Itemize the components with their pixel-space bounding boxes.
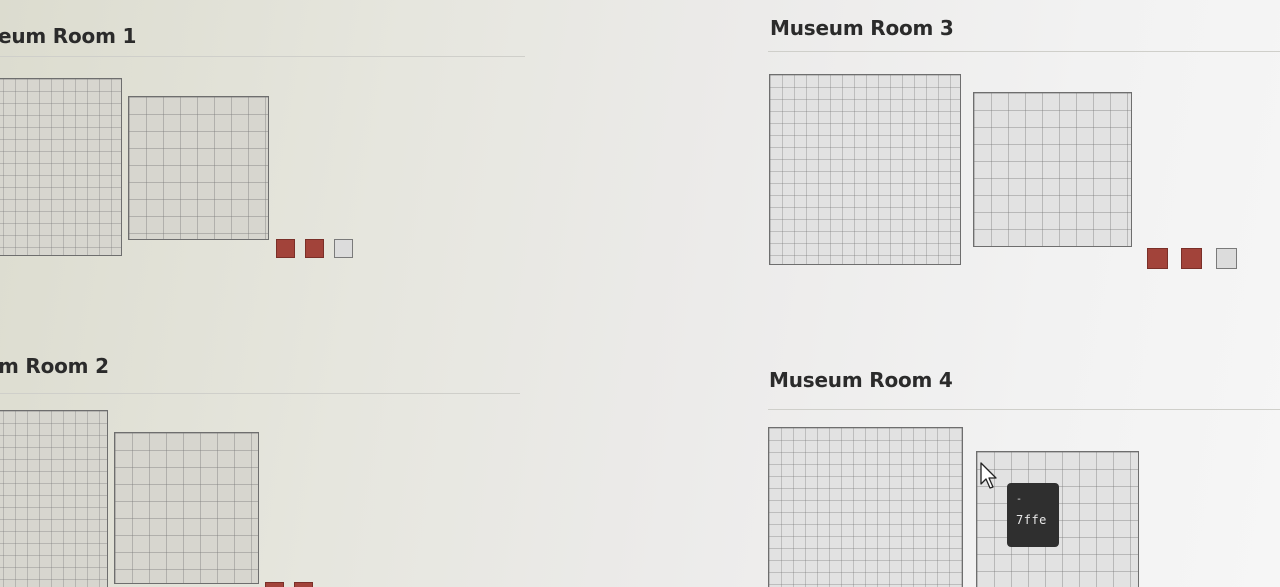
room-4-divider [768, 409, 1280, 410]
tooltip-code: 7ffe [1016, 513, 1047, 527]
cell-tooltip: - 7ffe [1007, 483, 1059, 547]
room-1-small-grid[interactable] [128, 96, 269, 240]
tooltip-dash: - [1016, 494, 1023, 505]
room-1-divider [0, 56, 525, 57]
room-1-swatch-red-2[interactable] [305, 239, 324, 258]
room-3-swatch-red-1[interactable] [1147, 248, 1168, 269]
room-3-swatch-light[interactable] [1216, 248, 1237, 269]
room-2-title: m Room 2 [0, 354, 109, 378]
room-4-title: Museum Room 4 [769, 368, 953, 392]
room-1-large-grid[interactable] [0, 78, 122, 256]
room-2-swatch-red-1[interactable] [265, 582, 284, 587]
room-1-title: eum Room 1 [0, 24, 137, 48]
room-2-large-grid[interactable] [0, 410, 108, 587]
room-2-small-grid[interactable] [114, 432, 259, 584]
room-2-swatch-red-2[interactable] [294, 582, 313, 587]
room-3-divider [768, 51, 1280, 52]
arrow-pointer-icon [980, 462, 997, 489]
room-3-large-grid[interactable] [769, 74, 961, 265]
room-3-title: Museum Room 3 [770, 16, 954, 40]
museum-rooms-screen: eum Room 1 m Room 2 Museum Room 3 Museum… [0, 0, 1280, 587]
room-3-small-grid[interactable] [973, 92, 1132, 247]
room-3-swatch-red-2[interactable] [1181, 248, 1202, 269]
room-2-divider [0, 393, 520, 394]
room-4-large-grid[interactable] [768, 427, 963, 587]
room-1-swatch-red-1[interactable] [276, 239, 295, 258]
room-1-swatch-light[interactable] [334, 239, 353, 258]
